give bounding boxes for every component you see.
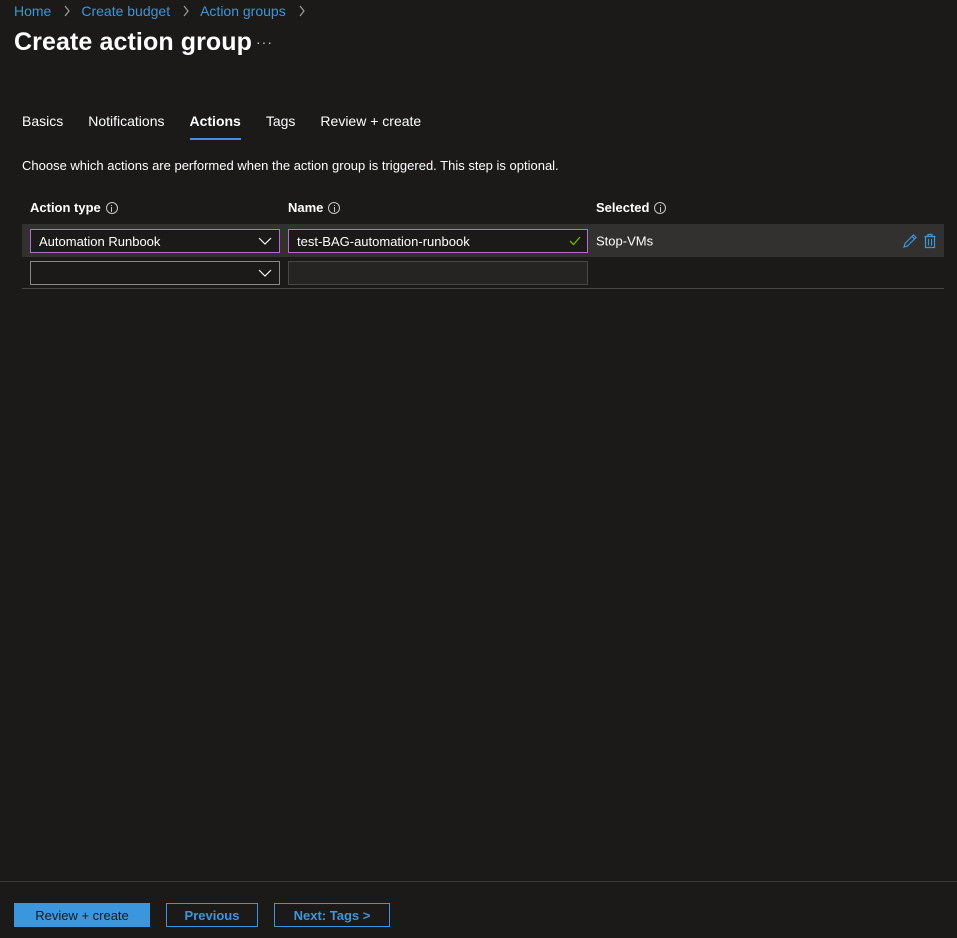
column-label-action-type: Action type xyxy=(30,200,101,215)
tab-tags[interactable]: Tags xyxy=(266,113,296,139)
action-type-dropdown[interactable]: Automation Runbook xyxy=(30,229,280,253)
breadcrumb-create-budget[interactable]: Create budget xyxy=(81,3,170,19)
tab-basics[interactable]: Basics xyxy=(22,113,63,139)
action-name-value: test-BAG-automation-runbook xyxy=(297,233,470,249)
row-divider xyxy=(22,288,944,289)
chevron-right-icon xyxy=(299,5,305,17)
column-header-selected: Selected xyxy=(596,200,667,215)
tab-bar: Basics Notifications Actions Tags Review… xyxy=(22,113,446,140)
info-icon[interactable] xyxy=(328,201,341,214)
info-icon[interactable] xyxy=(654,201,667,214)
step-description: Choose which actions are performed when … xyxy=(22,158,559,173)
checkmark-icon xyxy=(569,236,581,246)
edit-icon[interactable] xyxy=(902,233,918,249)
footer-bar: Review + create Previous Next: Tags > xyxy=(0,881,957,938)
chevron-down-icon xyxy=(258,269,272,277)
column-label-name: Name xyxy=(288,200,324,215)
delete-icon[interactable] xyxy=(922,233,938,249)
review-create-button[interactable]: Review + create xyxy=(14,903,150,927)
tab-review-create[interactable]: Review + create xyxy=(320,113,421,139)
more-icon[interactable]: ··· xyxy=(256,34,273,50)
breadcrumb: Home Create budget Action groups xyxy=(14,2,316,20)
chevron-right-icon xyxy=(64,5,71,17)
tab-notifications[interactable]: Notifications xyxy=(88,113,164,139)
new-action-type-dropdown[interactable] xyxy=(30,261,280,285)
breadcrumb-home[interactable]: Home xyxy=(14,3,51,19)
next-tags-button[interactable]: Next: Tags > xyxy=(274,903,390,927)
action-name-input[interactable]: test-BAG-automation-runbook xyxy=(288,229,588,253)
page-title: Create action group xyxy=(14,28,253,56)
column-header-name: Name xyxy=(288,200,341,215)
new-action-name-input[interactable] xyxy=(288,261,588,285)
previous-button[interactable]: Previous xyxy=(166,903,258,927)
chevron-down-icon xyxy=(258,237,272,245)
tab-actions[interactable]: Actions xyxy=(189,113,242,140)
chevron-right-icon xyxy=(183,5,189,17)
column-label-selected: Selected xyxy=(596,200,650,215)
action-type-value: Automation Runbook xyxy=(39,233,161,249)
column-header-action-type: Action type xyxy=(30,200,118,215)
selected-value: Stop-VMs xyxy=(596,233,654,249)
breadcrumb-action-groups[interactable]: Action groups xyxy=(200,3,286,19)
info-icon[interactable] xyxy=(105,201,118,214)
